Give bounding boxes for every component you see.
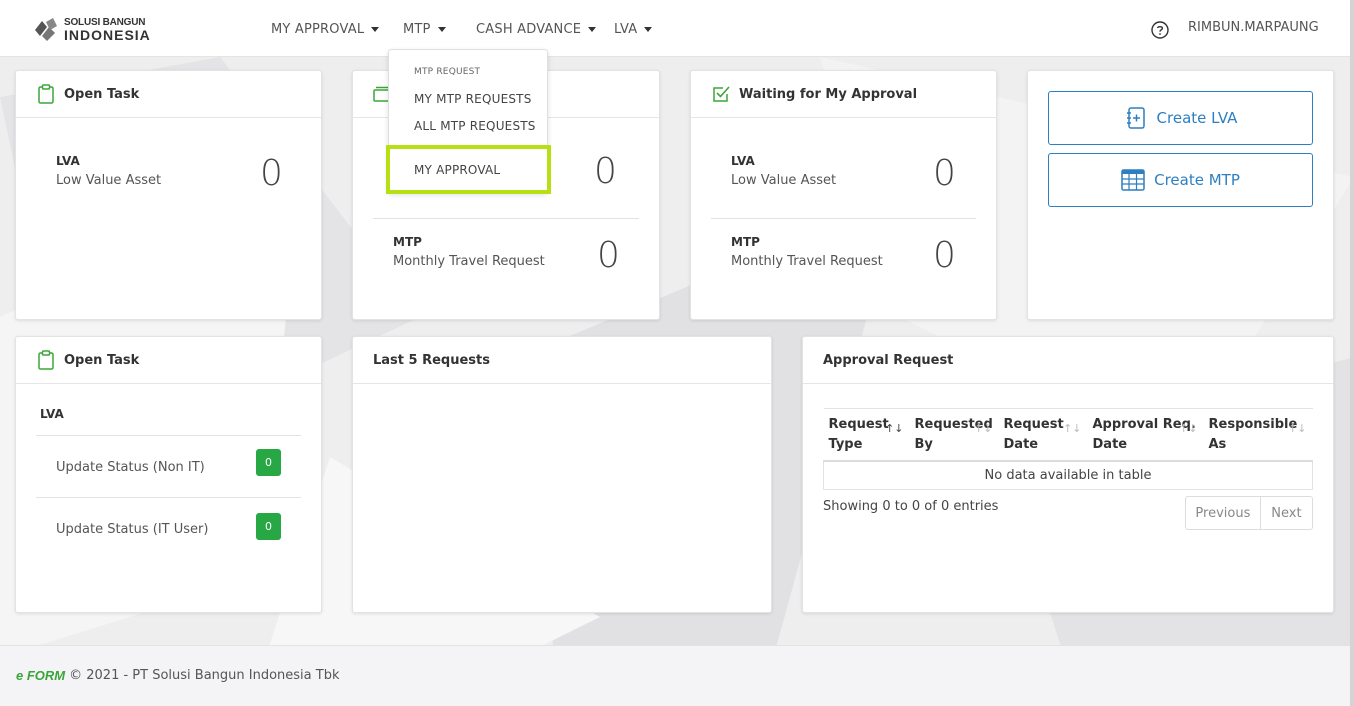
card-header: Open Task xyxy=(16,71,321,118)
nav-lva-label: LVA xyxy=(614,21,638,37)
checkbox-checked-icon xyxy=(713,86,730,102)
task-item-label[interactable]: Update Status (Non IT) xyxy=(56,460,205,475)
caret-down-icon xyxy=(588,26,597,32)
mtp-approval-count[interactable]: 0 xyxy=(594,151,617,192)
column-header-request-date[interactable]: Request Date ↑↓ xyxy=(998,408,1088,462)
create-lva-label: Create LVA xyxy=(1156,109,1238,127)
nav-cash-advance[interactable]: CASH ADVANCE xyxy=(476,20,597,38)
task-item-label[interactable]: Update Status (IT User) xyxy=(56,522,208,537)
card-title: Waiting for My Approval xyxy=(739,86,918,102)
mtp-label: MTP xyxy=(731,235,760,249)
open-task-list-card: Open Task LVA Update Status (Non IT) 0 U… xyxy=(15,336,322,613)
column-line-2: Date xyxy=(1092,437,1128,452)
open-task-card: Open Task LVA Low Value Asset 0 xyxy=(15,70,322,320)
table-icon xyxy=(1121,169,1145,191)
add-document-icon xyxy=(1126,107,1145,129)
previous-page-button[interactable]: Previous xyxy=(1186,497,1261,529)
divider xyxy=(373,218,639,219)
column-line-2: Type xyxy=(828,437,863,452)
column-header-request-type[interactable]: Request Type ↑↓ xyxy=(823,408,910,462)
column-line-1: Request xyxy=(828,417,889,432)
card-header: Approval Request xyxy=(803,337,1333,384)
nav-my-approval[interactable]: MY APPROVAL xyxy=(271,20,380,38)
user-menu[interactable]: RIMBUN.MARPAUNG xyxy=(1188,20,1319,35)
nav-my-approval-label: MY APPROVAL xyxy=(271,21,365,37)
lva-count[interactable]: 0 xyxy=(933,153,956,194)
count-badge[interactable]: 0 xyxy=(256,513,281,540)
menu-item-my-approval[interactable]: MY APPROVAL xyxy=(414,163,500,177)
divider xyxy=(36,497,301,498)
sort-icon: ↑↓ xyxy=(1063,422,1082,435)
brand-logo-icon xyxy=(35,17,57,41)
divider xyxy=(711,218,976,219)
clipboard-icon xyxy=(38,350,54,370)
card-header: Last 5 Requests xyxy=(353,337,771,384)
menu-item-all-mtp-requests[interactable]: ALL MTP REQUESTS xyxy=(414,119,536,133)
lva-count[interactable]: 0 xyxy=(260,153,283,194)
help-icon[interactable] xyxy=(1151,21,1169,39)
sort-icon: ↑↓ xyxy=(974,422,993,435)
menu-item-my-mtp-requests[interactable]: MY MTP REQUESTS xyxy=(414,92,532,106)
empty-table-message: No data available in table xyxy=(823,461,1313,490)
dropdown-header: MTP REQUEST xyxy=(414,67,481,77)
card-title: Approval Request xyxy=(823,352,954,368)
card-title: Open Task xyxy=(64,86,140,102)
mtp-count[interactable]: 0 xyxy=(597,235,620,276)
mtp-label: MTP xyxy=(393,235,422,249)
mtp-dropdown-menu: MTP REQUEST MY MTP REQUESTS ALL MTP REQU… xyxy=(388,49,548,193)
card-title: Open Task xyxy=(64,352,140,368)
card-header: Waiting for My Approval xyxy=(691,71,996,118)
waiting-approval-card: Waiting for My Approval LVA Low Value As… xyxy=(690,70,997,320)
brand-line-2: INDONESIA xyxy=(64,27,151,43)
lva-description: Low Value Asset xyxy=(56,173,162,188)
nav-mtp-label: MTP xyxy=(403,21,431,37)
column-header-requested-by[interactable]: Requested By ↑↓ xyxy=(909,408,999,462)
column-line-1: Responsible xyxy=(1208,417,1298,432)
column-header-approval-date[interactable]: Approval Req. Date ↑↓ xyxy=(1087,408,1204,462)
caret-down-icon xyxy=(437,26,446,32)
table-row: No data available in table xyxy=(823,461,1313,490)
create-mtp-button[interactable]: Create MTP xyxy=(1048,153,1313,207)
nav-lva[interactable]: LVA xyxy=(614,20,653,38)
create-lva-button[interactable]: Create LVA xyxy=(1048,91,1313,145)
clipboard-icon xyxy=(38,84,54,104)
column-line-2: Date xyxy=(1003,437,1039,452)
lva-label: LVA xyxy=(56,154,80,168)
sort-icon: ↑↓ xyxy=(885,422,904,435)
nav-mtp[interactable]: MTP xyxy=(403,20,446,38)
card-title: Last 5 Requests xyxy=(373,352,490,368)
lva-label: LVA xyxy=(731,154,755,168)
lva-description: Low Value Asset xyxy=(731,173,837,188)
divider xyxy=(36,435,301,436)
next-page-button[interactable]: Next xyxy=(1261,497,1312,529)
top-navbar: SOLUSI BANGUN INDONESIA MY APPROVAL MTP … xyxy=(0,0,1354,57)
pagination: Previous Next xyxy=(1185,496,1313,530)
mtp-description: Monthly Travel Request xyxy=(731,254,883,269)
column-line-2: As xyxy=(1208,437,1227,452)
footer: e FORM © 2021 - PT Solusi Bangun Indones… xyxy=(0,645,1354,706)
create-mtp-label: Create MTP xyxy=(1154,171,1240,189)
sort-icon: ↑↓ xyxy=(1179,422,1198,435)
vertical-scrollbar[interactable] xyxy=(1350,0,1354,706)
dropdown-divider xyxy=(389,146,547,147)
eform-logo: e FORM xyxy=(16,668,66,683)
section-label-lva: LVA xyxy=(40,407,64,421)
mtp-description: Monthly Travel Request xyxy=(393,254,545,269)
count-badge[interactable]: 0 xyxy=(256,449,281,476)
column-header-responsible-as[interactable]: Responsible As ↑↓ xyxy=(1203,408,1313,462)
nav-cash-advance-label: CASH ADVANCE xyxy=(476,21,582,37)
mtp-count[interactable]: 0 xyxy=(933,235,956,276)
table-info: Showing 0 to 0 of 0 entries xyxy=(823,499,999,514)
brand-logo[interactable]: SOLUSI BANGUN INDONESIA xyxy=(33,17,151,42)
sort-icon: ↑↓ xyxy=(1288,422,1307,435)
column-line-1: Request xyxy=(1003,417,1064,432)
card-header: Open Task xyxy=(16,337,321,384)
caret-down-icon xyxy=(644,26,653,32)
caret-down-icon xyxy=(371,26,380,32)
column-line-2: By xyxy=(914,437,933,452)
last-requests-card: Last 5 Requests xyxy=(352,336,772,613)
approval-request-table: Request Type ↑↓ Requested By ↑↓ Request … xyxy=(823,408,1313,490)
footer-copyright: © 2021 - PT Solusi Bangun Indonesia Tbk xyxy=(69,668,340,683)
